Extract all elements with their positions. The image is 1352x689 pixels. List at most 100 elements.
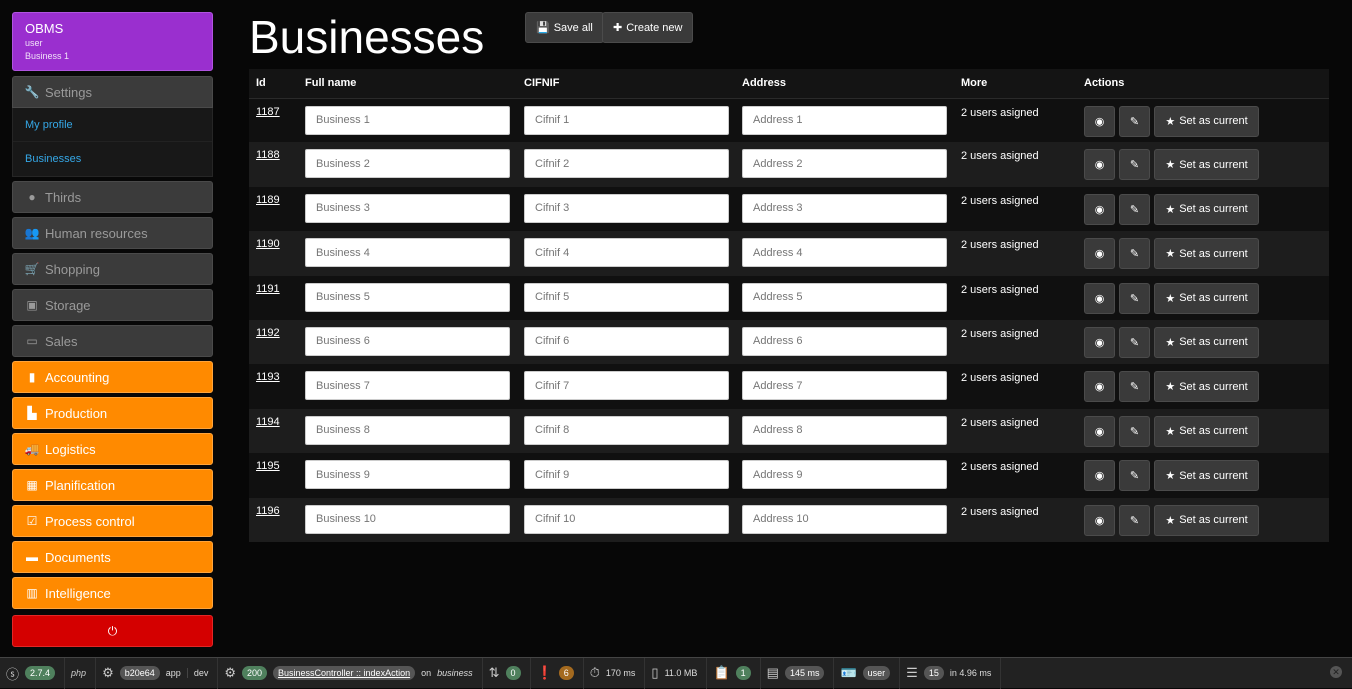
row-id-link[interactable]: 1187 <box>256 106 280 118</box>
row-id-link[interactable]: 1188 <box>256 149 280 161</box>
request-panel[interactable]: ⚙ 200 BusinessController :: indexAction … <box>218 657 483 689</box>
full-name-input[interactable] <box>305 415 510 445</box>
address-input[interactable] <box>742 193 947 223</box>
cifnif-input[interactable] <box>524 371 729 401</box>
edit-button[interactable]: ✎ <box>1119 326 1150 358</box>
view-button[interactable]: ◉ <box>1084 460 1115 492</box>
address-input[interactable] <box>742 326 947 356</box>
edit-button[interactable]: ✎ <box>1119 149 1150 181</box>
cifnif-input[interactable] <box>524 238 729 268</box>
address-input[interactable] <box>742 504 947 534</box>
forms-panel[interactable]: 📋 1 <box>707 657 761 689</box>
full-name-input[interactable] <box>305 326 510 356</box>
sidebar-item-sales[interactable]: ▭ Sales <box>12 325 213 357</box>
cifnif-input[interactable] <box>524 193 729 223</box>
row-id-link[interactable]: 1196 <box>256 505 280 517</box>
view-button[interactable]: ◉ <box>1084 371 1115 403</box>
row-id-link[interactable]: 1193 <box>256 371 280 383</box>
view-button[interactable]: ◉ <box>1084 149 1115 181</box>
address-input[interactable] <box>742 149 947 179</box>
row-id-link[interactable]: 1192 <box>256 327 280 339</box>
address-input[interactable] <box>742 460 947 490</box>
cifnif-input[interactable] <box>524 504 729 534</box>
sidebar-item-storage[interactable]: ▣ Storage <box>12 289 213 321</box>
full-name-input[interactable] <box>305 238 510 268</box>
set-as-current-button[interactable]: ★ Set as current <box>1154 282 1259 314</box>
full-name-input[interactable] <box>305 149 510 179</box>
edit-button[interactable]: ✎ <box>1119 504 1150 536</box>
config-panel[interactable]: ⚙ b20e64 app dev <box>96 657 219 689</box>
edit-button[interactable]: ✎ <box>1119 282 1150 314</box>
sidebar-item-shopping[interactable]: 🛒 Shopping <box>12 253 213 285</box>
edit-button[interactable]: ✎ <box>1119 460 1150 492</box>
logout-button[interactable]: ⏻ <box>12 615 213 647</box>
sidebar-item-human-resources[interactable]: 👥 Human resources <box>12 217 213 249</box>
set-as-current-button[interactable]: ★ Set as current <box>1154 326 1259 358</box>
edit-button[interactable]: ✎ <box>1119 105 1150 137</box>
symfony-version-panel[interactable]: ⓢ 2.7.4 <box>0 657 66 689</box>
row-id-link[interactable]: 1195 <box>256 460 280 472</box>
sidebar-item-planification[interactable]: ▦ Planification <box>12 469 213 501</box>
edit-button[interactable]: ✎ <box>1119 238 1150 270</box>
set-as-current-button[interactable]: ★ Set as current <box>1154 193 1259 225</box>
full-name-input[interactable] <box>305 105 510 135</box>
full-name-input[interactable] <box>305 193 510 223</box>
full-name-input[interactable] <box>305 371 510 401</box>
address-input[interactable] <box>742 238 947 268</box>
address-input[interactable] <box>742 105 947 135</box>
ajax-panel[interactable]: ⇅ 0 <box>483 657 531 689</box>
row-id-link[interactable]: 1191 <box>256 283 280 295</box>
cifnif-input[interactable] <box>524 460 729 490</box>
view-button[interactable]: ◉ <box>1084 238 1115 270</box>
edit-button[interactable]: ✎ <box>1119 193 1150 225</box>
set-as-current-button[interactable]: ★ Set as current <box>1154 371 1259 403</box>
security-panel[interactable]: 🪪 user <box>834 657 901 689</box>
sidebar-item-settings[interactable]: 🔧 Settings <box>12 76 213 108</box>
address-input[interactable] <box>742 282 947 312</box>
full-name-input[interactable] <box>305 504 510 534</box>
cifnif-input[interactable] <box>524 149 729 179</box>
view-button[interactable]: ◉ <box>1084 415 1115 447</box>
edit-button[interactable]: ✎ <box>1119 415 1150 447</box>
sidebar-item-my-profile[interactable]: My profile <box>13 108 212 142</box>
sidebar-item-thirds[interactable]: ● Thirds <box>12 181 213 213</box>
view-button[interactable]: ◉ <box>1084 326 1115 358</box>
php-panel[interactable]: php <box>65 657 97 689</box>
set-as-current-button[interactable]: ★ Set as current <box>1154 238 1259 270</box>
full-name-input[interactable] <box>305 282 510 312</box>
db-panel[interactable]: ☰ 15 in 4.96 ms <box>900 657 1002 689</box>
sidebar-item-accounting[interactable]: ▮ Accounting <box>12 361 213 393</box>
row-id-link[interactable]: 1190 <box>256 238 280 250</box>
cifnif-input[interactable] <box>524 282 729 312</box>
cifnif-input[interactable] <box>524 326 729 356</box>
create-new-button[interactable]: ✚ Create new <box>602 12 694 43</box>
view-button[interactable]: ◉ <box>1084 504 1115 536</box>
logs-panel[interactable]: ❗ 6 <box>531 657 584 689</box>
row-id-link[interactable]: 1189 <box>256 194 280 206</box>
full-name-input[interactable] <box>305 460 510 490</box>
address-input[interactable] <box>742 415 947 445</box>
set-as-current-button[interactable]: ★ Set as current <box>1154 149 1259 181</box>
set-as-current-button[interactable]: ★ Set as current <box>1154 415 1259 447</box>
sidebar-item-intelligence[interactable]: ▥ Intelligence <box>12 577 213 609</box>
cifnif-input[interactable] <box>524 415 729 445</box>
cifnif-input[interactable] <box>524 105 729 135</box>
sidebar-item-process-control[interactable]: ☑ Process control <box>12 505 213 537</box>
sidebar-item-production[interactable]: ▙ Production <box>12 397 213 429</box>
brand-box[interactable]: OBMS user Business 1 <box>12 12 213 71</box>
set-as-current-button[interactable]: ★ Set as current <box>1154 504 1259 536</box>
sidebar-item-logistics[interactable]: 🚚 Logistics <box>12 433 213 465</box>
view-button[interactable]: ◉ <box>1084 105 1115 137</box>
time-panel[interactable]: ⏱ 170 ms <box>584 657 646 689</box>
memory-panel[interactable]: ▯ 11.0 MB <box>645 657 708 689</box>
view-button[interactable]: ◉ <box>1084 193 1115 225</box>
view-button[interactable]: ◉ <box>1084 282 1115 314</box>
sidebar-item-documents[interactable]: ▬ Documents <box>12 541 213 573</box>
address-input[interactable] <box>742 371 947 401</box>
set-as-current-button[interactable]: ★ Set as current <box>1154 460 1259 492</box>
edit-button[interactable]: ✎ <box>1119 371 1150 403</box>
row-id-link[interactable]: 1194 <box>256 416 280 428</box>
save-all-button[interactable]: 💾 Save all <box>525 12 604 43</box>
sidebar-item-businesses[interactable]: Businesses <box>13 142 212 176</box>
set-as-current-button[interactable]: ★ Set as current <box>1154 105 1259 137</box>
